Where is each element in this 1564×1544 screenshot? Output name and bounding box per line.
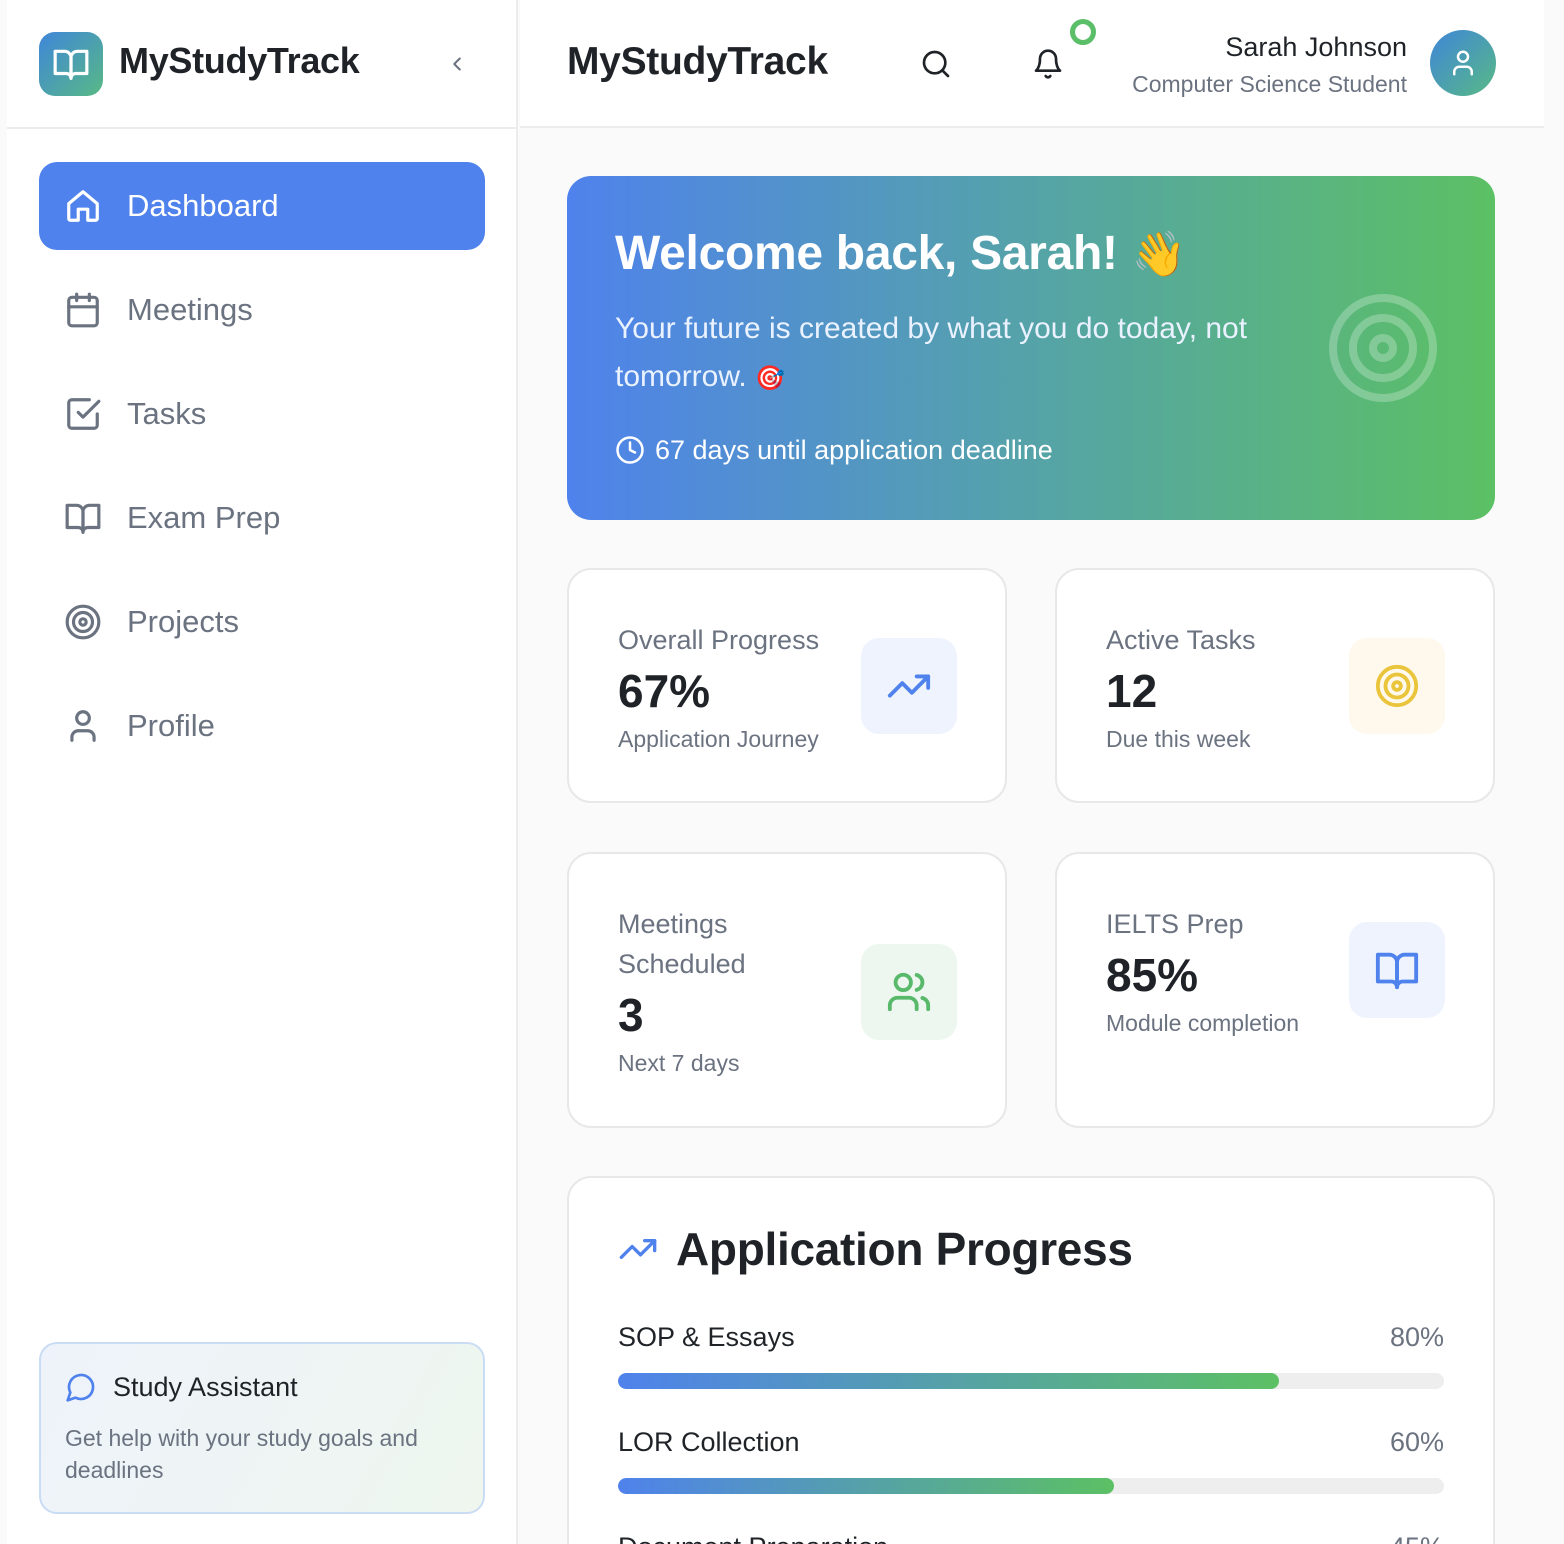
user-info[interactable]: Sarah Johnson Computer Science Student [1132,32,1407,98]
page-title: MyStudyTrack [567,40,828,83]
stat-subtext: Due this week [1106,726,1251,752]
progress-bar [618,1478,1444,1494]
user-icon [1453,50,1473,76]
progress-bar-fill [618,1478,1114,1494]
application-progress-card: Application Progress SOP & Essays 80% LO… [567,1176,1495,1544]
stat-value: 12 [1106,665,1158,717]
chevron-left-icon [453,57,461,71]
notifications-button[interactable] [1028,44,1068,84]
stat-icon-badge [1349,638,1445,734]
quote-text: Your future is created by what you do to… [615,312,1248,393]
book-open-icon [1375,952,1419,990]
progress-percent: 60% [1389,1427,1444,1457]
user-role: Computer Science Student [1132,71,1407,97]
target-icon [63,602,103,642]
progress-bar [618,1373,1444,1389]
clock-icon [615,434,647,466]
progress-percent: 80% [1389,1322,1444,1352]
brand-name: MyStudyTrack [119,40,360,81]
study-assistant-card[interactable]: Study Assistant Get help with your study… [39,1342,485,1514]
message-circle-icon [65,1370,99,1404]
progress-label: LOR Collection [618,1427,800,1457]
sidebar-item-label: Exam Prep [127,500,281,535]
sidebar-item-projects[interactable]: Projects [39,578,485,666]
deadline-countdown: 67 days until application deadline [615,434,1053,466]
user-name: Sarah Johnson [1225,32,1407,62]
progress-percent: 45% [1390,1532,1444,1544]
progress-item: Document Preparation 45% [618,1532,1444,1544]
study-assistant-description: Get help with your study goals and deadl… [65,1425,418,1483]
study-assistant-title: Study Assistant [113,1371,298,1402]
welcome-text: Welcome back, Sarah! [615,227,1118,280]
home-icon [63,186,103,226]
stat-value: 67% [618,665,711,717]
waving-hand-emoji: 👋 [1131,229,1187,279]
collapse-sidebar-button[interactable] [443,46,471,82]
search-button[interactable] [916,44,956,84]
sidebar-item-dashboard[interactable]: Dashboard [39,162,485,250]
bell-icon [1034,49,1062,79]
trending-up-icon [887,674,931,698]
welcome-heading: Welcome back, Sarah! 👋 [615,226,1447,281]
sidebar-nav: Dashboard Meetings Tasks Exam Prep Proje… [39,162,485,786]
stat-icon-badge [1349,922,1445,1018]
check-square-icon [63,394,103,434]
sidebar-item-label: Dashboard [127,188,279,223]
stat-subtext: Next 7 days [618,1050,740,1076]
progress-bar-fill [618,1373,1279,1389]
sidebar-item-label: Meetings [127,292,253,327]
stat-card-meetings-scheduled[interactable]: Meetings Scheduled 3 Next 7 days [567,852,1007,1128]
logo[interactable] [39,32,103,96]
stat-card-ielts-prep[interactable]: IELTS Prep 85% Module completion [1055,852,1495,1128]
stat-icon-badge [861,638,957,734]
welcome-banner: Welcome back, Sarah! 👋 Your future is cr… [567,176,1495,520]
stat-card-overall-progress[interactable]: Overall Progress 67% Application Journey [567,568,1007,803]
sidebar-item-meetings[interactable]: Meetings [39,266,485,354]
stat-subtext: Application Journey [618,726,819,752]
user-icon [63,706,103,746]
progress-label: SOP & Essays [618,1322,795,1352]
stat-value: 85% [1106,949,1199,1001]
deadline-text: 67 days until application deadline [655,434,1053,465]
section-title-text: Application Progress [676,1223,1133,1275]
sidebar-item-profile[interactable]: Profile [39,682,485,770]
book-open-icon [63,498,103,538]
section-title: Application Progress [618,1222,1444,1276]
calendar-icon [63,290,103,330]
stat-value: 3 [618,989,644,1041]
motivational-quote: Your future is created by what you do to… [615,305,1315,403]
stat-label: Overall Progress [618,625,820,655]
sidebar-item-tasks[interactable]: Tasks [39,370,485,458]
users-icon [887,972,931,1012]
top-bar: MyStudyTrack Sarah Johnson Computer Scie… [520,0,1544,128]
sidebar-item-exam-prep[interactable]: Exam Prep [39,474,485,562]
progress-label: Document Preparation [618,1532,888,1544]
sidebar: MyStudyTrack Dashboard Meetings Tasks Ex… [7,0,518,1544]
search-icon [922,50,950,78]
sidebar-item-label: Projects [127,604,239,639]
sidebar-item-label: Tasks [127,396,207,431]
stat-label: Active Tasks [1106,625,1256,655]
progress-item: SOP & Essays 80% [618,1322,1444,1389]
target-icon [1329,294,1437,402]
progress-item: LOR Collection 60% [618,1427,1444,1494]
trending-up-icon [618,1227,662,1271]
stat-icon-badge [861,944,957,1040]
stat-subtext: Module completion [1106,1010,1300,1036]
avatar[interactable] [1430,30,1496,96]
sidebar-header: MyStudyTrack [7,0,516,129]
notification-indicator [1070,19,1096,45]
stat-card-active-tasks[interactable]: Active Tasks 12 Due this week [1055,568,1495,803]
target-icon [1375,664,1419,708]
stat-label: IELTS Prep [1106,909,1244,939]
book-open-icon [53,49,89,80]
sidebar-item-label: Profile [127,708,215,743]
target-emoji: 🎯 [755,365,785,392]
stat-label: Meetings Scheduled [618,909,746,979]
